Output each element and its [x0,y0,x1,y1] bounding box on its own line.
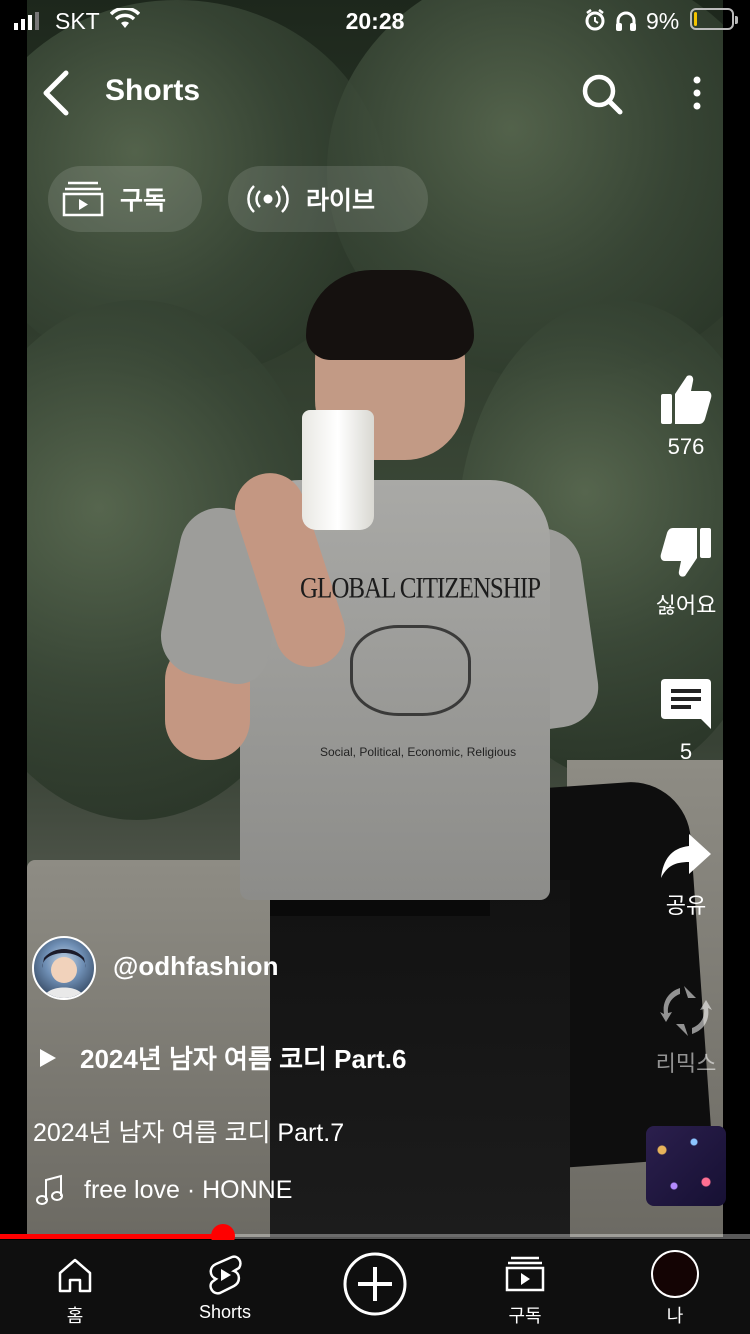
search-icon[interactable] [580,72,624,116]
related-video-link[interactable]: 2024년 남자 여름 코디 Part.6 [38,1039,406,1076]
dislike-button[interactable]: 싫어요 [636,526,736,620]
live-icon [247,185,289,213]
battery-icon [690,8,738,30]
shorts-icon [209,1255,242,1295]
play-icon [40,1048,56,1067]
create-plus-icon [343,1252,407,1316]
related-video-title: 2024년 남자 여름 코디 Part.6 [80,1044,407,1074]
chevron-left-icon[interactable] [38,70,72,116]
nav-shorts-label: Shorts [198,1302,252,1322]
avatar-image [42,949,86,998]
battery-percent: 9% [646,8,680,34]
nav-subscriptions-label: 구독 [508,1306,542,1326]
video-description[interactable]: 2024년 남자 여름 코디 Part.7 [33,1113,344,1149]
bottom-nav: 홈 Shorts 구독 나 [0,1240,750,1334]
tab-live[interactable]: 라이브 [228,166,428,232]
page-title: Shorts [105,74,201,107]
more-vertical-icon[interactable] [690,75,704,111]
shirt-crest [350,625,471,716]
thumbs-up-icon [661,375,712,424]
nav-subscriptions[interactable]: 구독 [450,1240,600,1334]
thumbs-down-icon [660,528,711,577]
subscriptions-icon [62,181,104,217]
nav-create[interactable] [300,1240,450,1334]
music-thumbnail[interactable] [646,1126,726,1206]
share-icon [661,834,711,878]
remix-button[interactable]: 리믹스 [636,984,736,1078]
tab-subscriptions[interactable]: 구독 [48,166,202,232]
tab-live-label: 라이브 [306,187,376,215]
dislike-label: 싫어요 [655,593,717,618]
comment-count: 5 [679,739,693,764]
nav-home-label: 홈 [66,1306,84,1326]
nav-shorts[interactable]: Shorts [150,1240,300,1334]
progress-fill [0,1234,223,1239]
music-title: free love · HONNE [84,1175,293,1204]
music-note-icon [36,1174,63,1205]
nav-you[interactable]: 나 [600,1240,750,1334]
remix-icon [660,986,712,1036]
hair [306,270,474,360]
like-button[interactable]: 576 [636,372,736,460]
profile-avatar-icon [651,1250,699,1298]
shirt-print-title: GLOBAL CITIZENSHIP [300,572,541,605]
alarm-icon [585,9,605,31]
comment-icon [661,679,711,729]
status-bar: SKT 20:28 9% [0,0,750,42]
share-button[interactable]: 공유 [636,832,736,920]
coffee-cup [302,410,374,530]
share-label: 공유 [665,893,707,918]
headphones-icon [616,11,636,31]
like-count: 576 [667,434,705,459]
home-icon [58,1258,92,1293]
channel-name[interactable]: @odhfashion [113,951,278,982]
shirt-print-subtitle: Social, Political, Economic, Religious [320,745,517,759]
nav-you-label: 나 [666,1306,684,1326]
subscriptions-icon [505,1256,545,1292]
comments-button[interactable]: 5 [636,677,736,765]
tab-subscriptions-label: 구독 [120,187,167,215]
clock: 20:28 [345,8,405,34]
channel-avatar[interactable] [32,936,96,1000]
battery-level [694,12,697,26]
music-info[interactable]: free love · HONNE [36,1174,292,1206]
remix-label: 리믹스 [655,1051,717,1076]
nav-home[interactable]: 홈 [0,1240,150,1334]
